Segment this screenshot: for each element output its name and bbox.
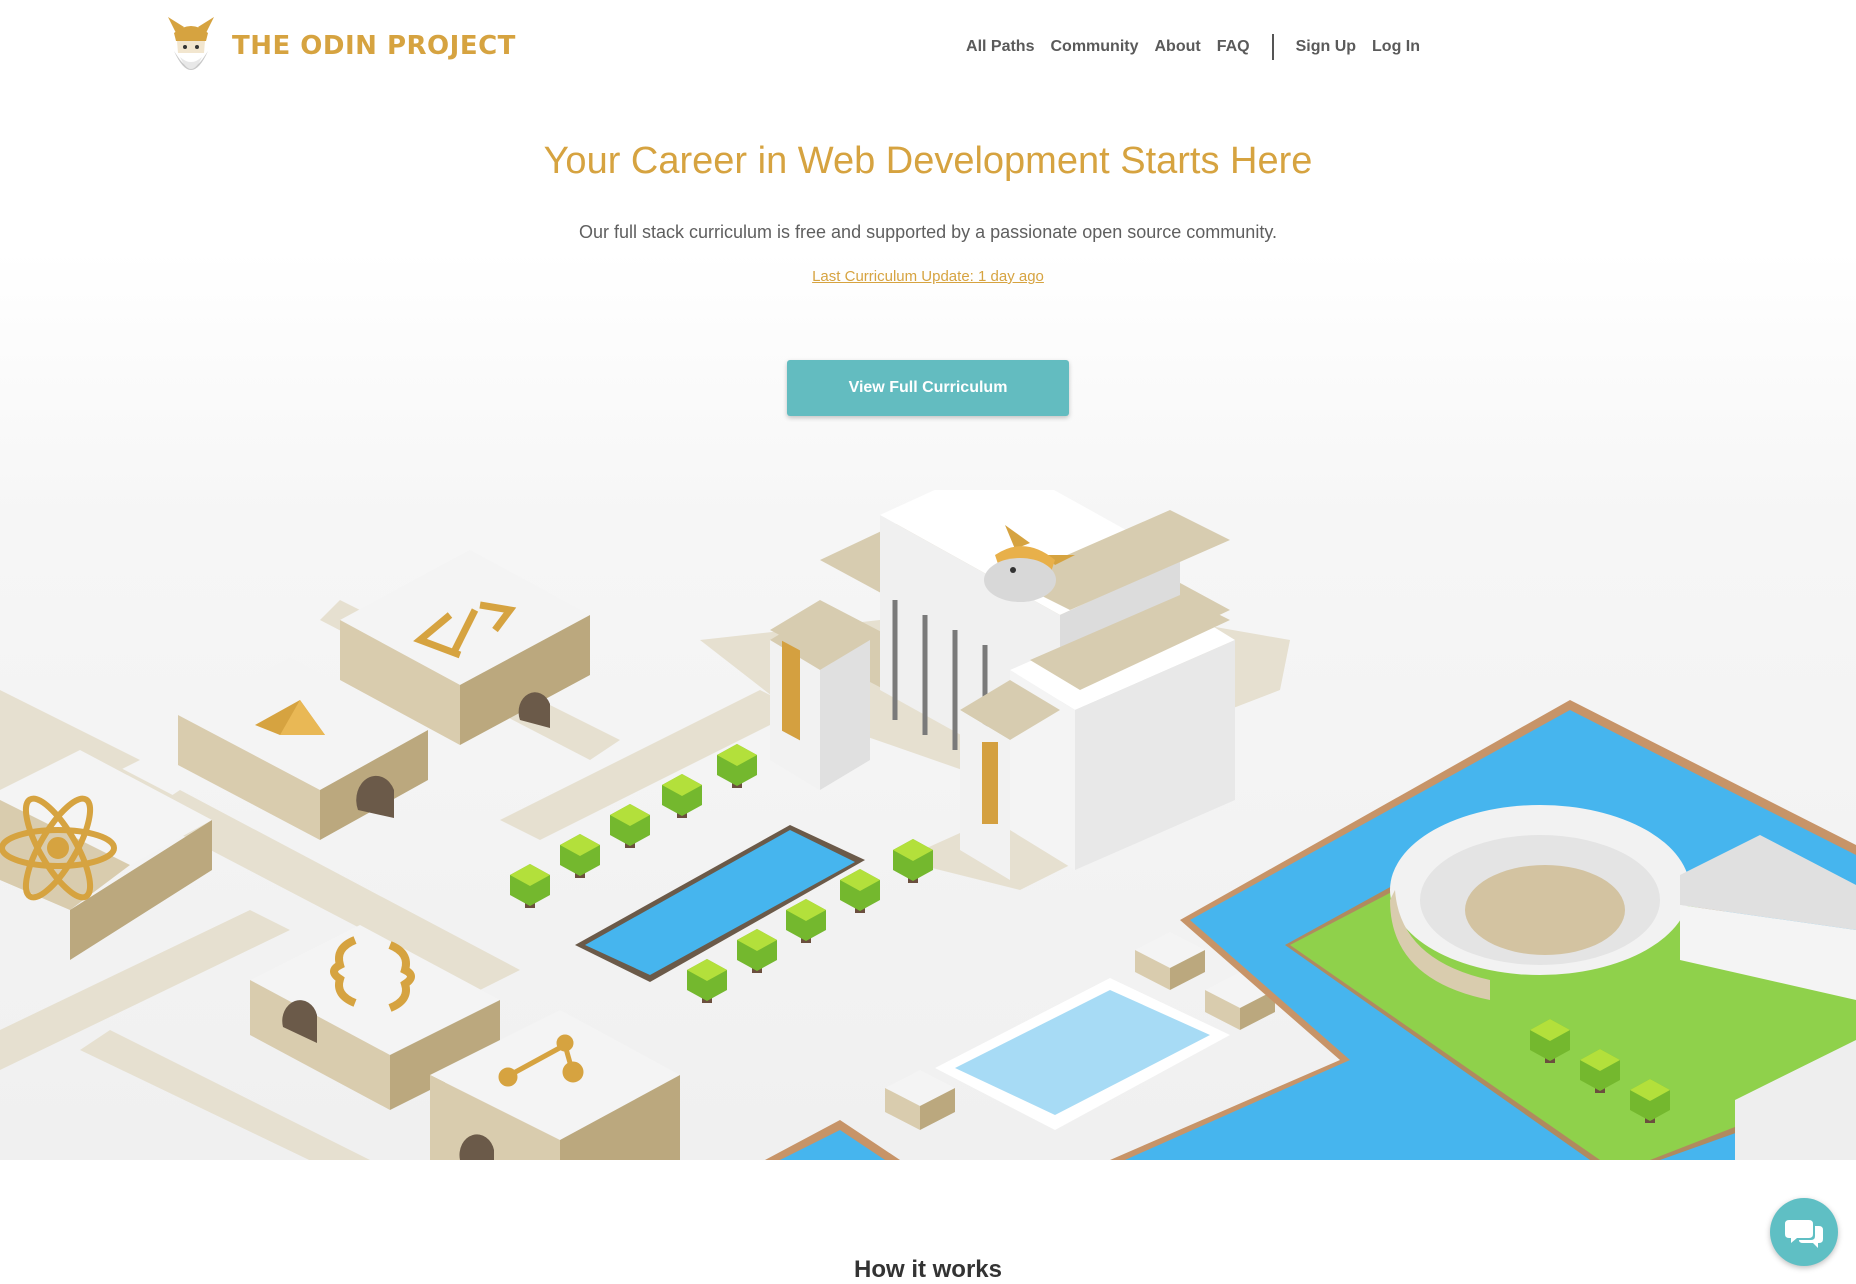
reflecting-pool bbox=[575, 825, 865, 982]
logo-text: THE ODIN PROJECT bbox=[232, 31, 516, 61]
odin-logo-icon bbox=[168, 17, 214, 70]
curriculum-update-link[interactable]: Last Curriculum Update: 1 day ago bbox=[0, 268, 1856, 285]
chat-button[interactable] bbox=[1770, 1198, 1838, 1266]
nav-divider bbox=[1271, 34, 1274, 60]
campus-illustration bbox=[0, 490, 1856, 1160]
nav-sign-up[interactable]: Sign Up bbox=[1296, 38, 1356, 56]
small-pool bbox=[885, 932, 1275, 1130]
chat-bubbles-icon bbox=[1785, 1220, 1823, 1248]
main-nav: All Paths Community About FAQ Sign Up Lo… bbox=[966, 30, 1420, 64]
nav-community[interactable]: Community bbox=[1050, 38, 1138, 56]
site-logo[interactable]: THE ODIN PROJECT bbox=[164, 10, 516, 82]
main-building bbox=[770, 490, 1235, 880]
nav-all-paths[interactable]: All Paths bbox=[966, 38, 1034, 56]
view-curriculum-button[interactable]: View Full Curriculum bbox=[787, 360, 1069, 416]
nav-log-in[interactable]: Log In bbox=[1372, 38, 1420, 56]
nav-about[interactable]: About bbox=[1154, 38, 1200, 56]
nav-faq[interactable]: FAQ bbox=[1217, 38, 1250, 56]
hero-title: Your Career in Web Development Starts He… bbox=[543, 140, 1313, 182]
hero-subtitle: Our full stack curriculum is free and su… bbox=[578, 222, 1277, 242]
